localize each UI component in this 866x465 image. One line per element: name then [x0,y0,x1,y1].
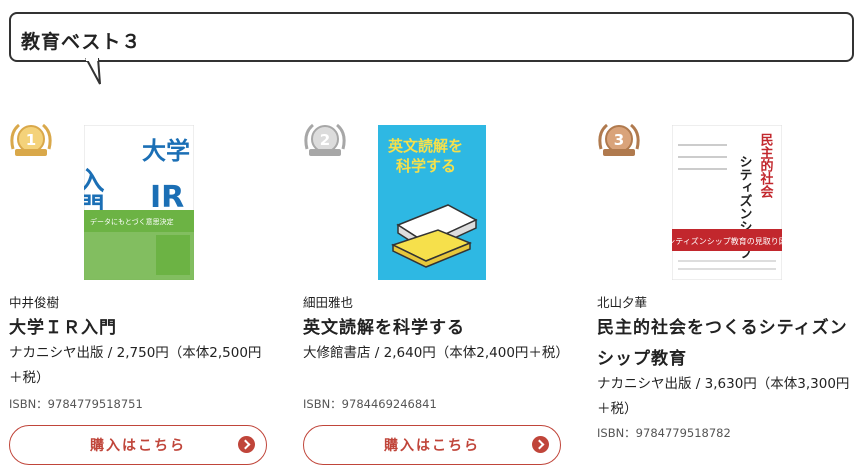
rank-2-medal-icon: 2 [304,123,346,156]
book-publisher-price: 大修館書店 / 2,640円（本体2,400円＋税） [303,345,569,361]
cover-title-line2: 科学する [396,157,456,175]
buy-button-2[interactable]: 購入はこちら [303,425,561,465]
speech-bubble-tail [85,58,101,85]
book-cover-1[interactable]: 入門 大学 IR データにもとづく意思決定 [84,125,194,280]
book-publisher-price: ナカニシヤ出版 / 2,750円（本体2,500円＋税） [9,345,262,386]
section-title: 教育ベスト３ [21,31,142,53]
buy-button-label: 購入はこちら [384,438,480,454]
buy-button-label: 購入はこちら [90,438,186,454]
chevron-right-icon [238,436,255,453]
rank-number: 1 [26,131,36,149]
cover-ir: IR [150,180,184,215]
cover-band-text: シティズンシップ教育の見取り図 [672,236,782,246]
chevron-right-icon [532,436,549,453]
section-header: 教育ベスト３ [9,12,854,62]
buy-button-1[interactable]: 購入はこちら [9,425,267,465]
book-isbn: ISBN：9784469246841 [303,397,437,411]
book-isbn: ISBN：9784779518782 [597,426,731,440]
rank-number: 3 [614,131,624,149]
book-cover-2[interactable]: 英文読解を 科学する [378,125,486,280]
rank-1-medal-icon: 1 [10,123,52,156]
cover-title-line1: 英文読解を [388,137,463,155]
book-author: 北山夕華 [597,295,648,310]
book-cover-3[interactable]: 民主的社会 シティズンシップ シティズンシップ教育の見取り図 [672,125,782,280]
cover-band-text: データにもとづく意思決定 [90,217,174,226]
rank-3-medal-icon: 3 [598,123,640,156]
cover-big-title: 大学 [142,137,190,165]
book-author: 中井俊樹 [9,295,60,310]
book-title[interactable]: 民主的社会をつくるシティズンシップ教育 [597,313,857,375]
book-title[interactable]: 英文読解を科学する [303,313,563,344]
cover-main-title: 民主的社会 [758,133,775,199]
book-isbn: ISBN：9784779518751 [9,397,143,411]
rank-number: 2 [320,131,330,149]
book-title[interactable]: 大学ＩＲ入門 [9,313,269,344]
book-publisher-price: ナカニシヤ出版 / 3,630円（本体3,300円＋税） [597,376,850,417]
book-author: 細田雅也 [303,295,354,310]
